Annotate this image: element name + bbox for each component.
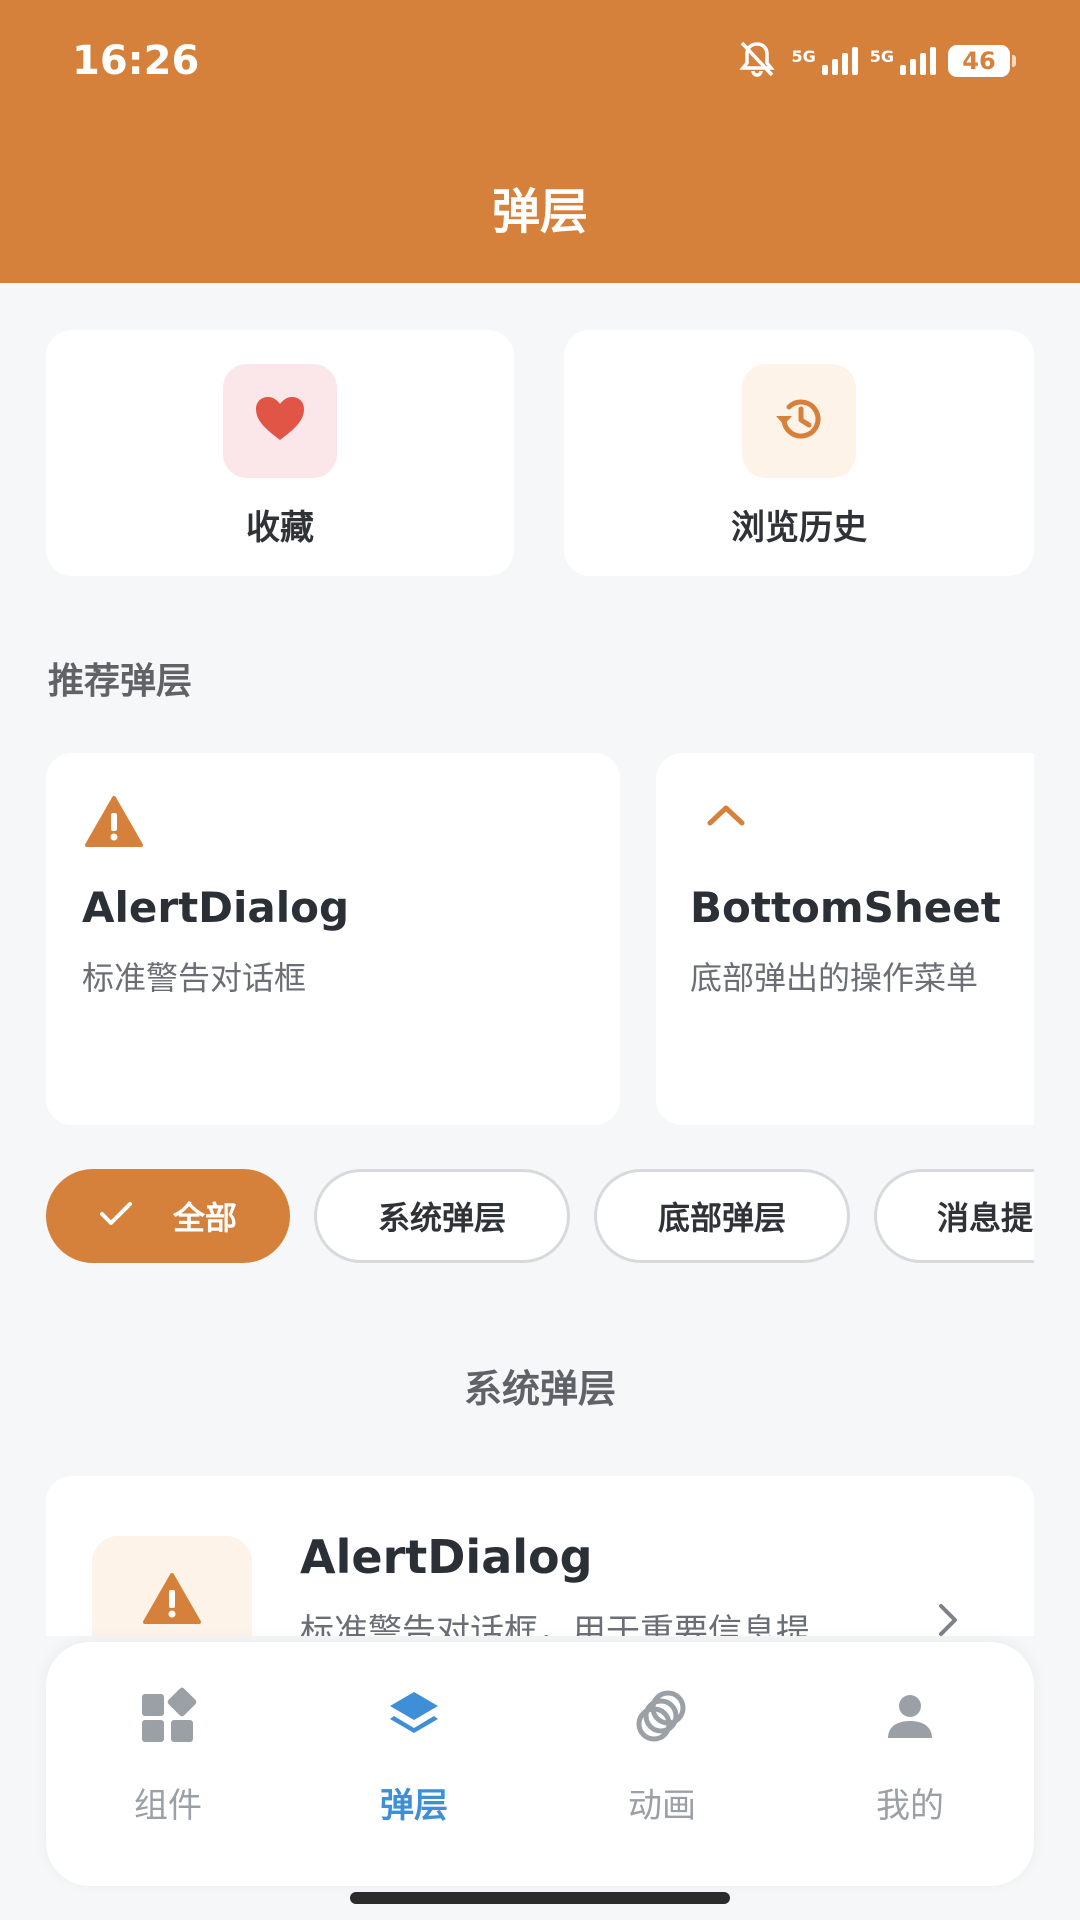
nav-label: 动画 [628,1786,696,1826]
group-heading: 系统弹层 [463,1367,616,1411]
history-card[interactable]: 浏览历史 [564,330,1034,576]
check-icon [99,1197,133,1235]
favorites-icon-wrap [223,364,337,478]
history-label: 浏览历史 [731,508,867,548]
nav-item-animation[interactable]: 动画 [562,1686,762,1827]
list-icon-wrap [92,1536,252,1636]
nav-label: 组件 [134,1786,202,1826]
recommended-card-alertdialog[interactable]: AlertDialog 标准警告对话框 [46,753,620,1125]
favorites-card[interactable]: 收藏 [46,330,514,576]
chevron-up-icon [706,803,746,831]
recommended-heading: 推荐弹层 [48,661,193,702]
app-header: 16:26 5G 5G 46 弹层 [0,0,1080,283]
layers-icon [384,1686,444,1750]
warning-icon [84,795,144,853]
chip-system-layers[interactable]: 系统弹层 [314,1169,570,1263]
status-icons: 5G 5G 46 [735,38,1016,84]
warning-icon [142,1572,202,1636]
bottom-navigation: 组件 弹层 动画 我的 [46,1642,1034,1886]
list-item-alertdialog[interactable]: AlertDialog 标准警告对话框，用于重要信息提 [46,1476,1034,1636]
nav-label: 弹层 [380,1786,448,1826]
recommended-title: BottomSheet [690,883,1001,932]
chip-label: 消息提 [937,1199,1034,1237]
signal-icon-1: 5G [791,47,858,75]
recommended-description: 底部弹出的操作菜单 [690,959,979,997]
chip-label: 底部弹层 [657,1199,786,1237]
battery-indicator: 46 [948,45,1016,77]
favorites-label: 收藏 [246,508,314,548]
filter-chips: 全部 系统弹层 底部弹层 消息提 [46,1169,1034,1265]
animation-rings-icon [632,1686,692,1750]
status-time: 16:26 [72,38,200,84]
chip-bottom-layers[interactable]: 底部弹层 [594,1169,850,1263]
home-indicator[interactable] [350,1892,730,1904]
signal-icon-2: 5G [870,47,936,75]
history-icon-wrap [742,364,856,478]
nav-item-layers[interactable]: 弹层 [314,1686,514,1827]
list-item-description: 标准警告对话框，用于重要信息提 [300,1612,810,1636]
recommended-title: AlertDialog [82,883,350,932]
mute-bell-icon [735,39,779,83]
heart-icon [254,395,306,447]
chip-label: 全部 [172,1199,237,1237]
chevron-right-icon [936,1602,960,1636]
widgets-icon [138,1686,198,1750]
page-title: 弹层 [491,184,588,240]
person-icon [880,1686,940,1750]
chip-all[interactable]: 全部 [46,1169,290,1263]
list-item-title: AlertDialog [300,1530,593,1584]
nav-label: 我的 [876,1786,944,1826]
recommended-card-bottomsheet[interactable]: BottomSheet 底部弹出的操作菜单 [656,753,1034,1125]
nav-item-profile[interactable]: 我的 [810,1686,1010,1827]
recommended-description: 标准警告对话框 [82,959,307,997]
history-icon [772,394,826,448]
chip-messages[interactable]: 消息提 [874,1169,1034,1263]
chip-label: 系统弹层 [377,1199,506,1237]
nav-item-components[interactable]: 组件 [68,1686,268,1827]
